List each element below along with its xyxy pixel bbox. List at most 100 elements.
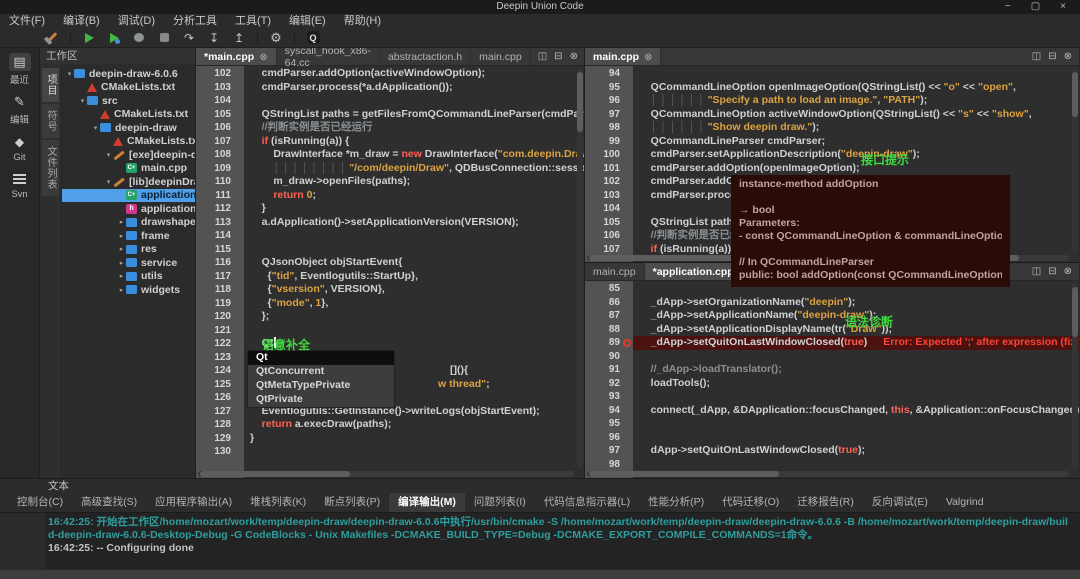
editor-tab[interactable]: syscall_hook_x86-64.cc <box>277 48 380 65</box>
tree-item[interactable]: CMakeLists.txt <box>62 108 195 122</box>
editor-tab[interactable]: abstractaction.h <box>380 48 471 65</box>
bottom-tab[interactable]: 代码信息指示器(L) <box>535 493 639 512</box>
vertical-scrollbar[interactable] <box>1072 283 1078 468</box>
code-line: 97 QCommandLineOption activeWindowOption… <box>585 108 1079 122</box>
split-vertical-icon[interactable] <box>1032 51 1041 62</box>
menu-item[interactable]: 编辑(E) <box>280 14 335 28</box>
workspace-body: 项目符号文件列表 ▾deepin-draw-6.0.6CMakeLists.tx… <box>40 64 195 478</box>
tree-item[interactable]: ▸widgets <box>62 283 195 297</box>
bottom-tab[interactable]: 断点列表(P) <box>315 493 389 512</box>
cmake-file-icon <box>100 110 110 119</box>
editor-tab[interactable]: main.cpp <box>471 48 531 65</box>
tree-item[interactable]: ▸drawshape <box>62 216 195 230</box>
code-editor-right-bottom[interactable]: 8586 _dApp->setOrganizationName("deepin"… <box>585 281 1079 478</box>
split-horizontal-icon[interactable] <box>1048 51 1056 62</box>
search-button[interactable] <box>306 31 320 45</box>
minimize-button[interactable]: − <box>995 0 1021 14</box>
run-icon <box>85 33 94 43</box>
tree-item-label: drawshape <box>141 216 195 228</box>
settings-button[interactable] <box>269 31 283 45</box>
debug-button[interactable] <box>107 31 121 45</box>
tree-item[interactable]: ▾deepin-draw-6.0.6 <box>62 67 195 81</box>
workspace-side-tab[interactable]: 项目 <box>42 68 59 102</box>
attach-button[interactable] <box>132 31 146 45</box>
tree-item[interactable]: ▸res <box>62 243 195 257</box>
code-line: 101 cmdParser.addOption(openImageOption)… <box>585 162 1079 176</box>
activity-item-git[interactable]: Git <box>0 133 39 163</box>
menu-item[interactable]: 分析工具 <box>164 14 226 28</box>
maximize-button[interactable]: ▢ <box>1021 0 1050 14</box>
bottom-tab[interactable]: 迁移报告(R) <box>788 493 863 512</box>
compile-output[interactable]: 16:42:25: 开始在工作区/home/mozart/work/temp/d… <box>0 512 1080 570</box>
split-horizontal-icon[interactable] <box>554 51 562 62</box>
stop-button[interactable] <box>157 31 171 45</box>
completion-item[interactable]: Qt <box>248 351 394 365</box>
menu-item[interactable]: 工具(T) <box>226 14 280 28</box>
tree-item[interactable]: ▾deepin-draw <box>62 121 195 135</box>
folder-icon <box>126 245 137 254</box>
code-editor-left[interactable]: 语意补全 QtQtConcurrentQtMetaTypePrivateQtPr… <box>196 66 584 478</box>
split-vertical-icon[interactable] <box>538 51 547 62</box>
tree-item[interactable]: ▾[exe]deepin-draw <box>62 148 195 162</box>
tab-close-icon[interactable] <box>259 51 267 63</box>
bottom-tab[interactable]: 堆栈列表(K) <box>241 493 315 512</box>
completion-item[interactable]: QtConcurrent <box>248 365 394 379</box>
tree-item[interactable]: ▾[lib]deepinDrawB… <box>62 175 195 189</box>
tree-item[interactable]: ▸service <box>62 256 195 270</box>
step-into-button[interactable] <box>207 31 221 45</box>
close-group-icon[interactable] <box>1064 51 1072 62</box>
activity-item-recent[interactable]: 最近 <box>0 53 39 86</box>
line-number: 107 <box>585 243 633 257</box>
step-out-button[interactable] <box>232 31 246 45</box>
code-text <box>633 390 1079 404</box>
menu-item[interactable]: 编译(B) <box>54 14 109 28</box>
bottom-tab[interactable]: 问题列表(I) <box>465 493 535 512</box>
split-horizontal-icon[interactable] <box>1048 266 1056 277</box>
editor-tab-label: main.cpp <box>593 51 639 63</box>
editor-tab[interactable]: main.cpp <box>585 48 661 65</box>
editor-tab[interactable]: *application.cpp <box>645 263 743 280</box>
tree-item[interactable]: application.cpp <box>62 189 195 203</box>
tree-item-label: application.cpp <box>141 189 195 201</box>
tree-item[interactable]: ▾src <box>62 94 195 108</box>
split-vertical-icon[interactable] <box>1032 266 1041 277</box>
bottom-tab[interactable]: 性能分析(P) <box>639 493 713 512</box>
bottom-tab[interactable]: 控制台(C) <box>8 493 72 512</box>
workspace-side-tab[interactable]: 符号 <box>42 104 59 138</box>
run-button[interactable] <box>82 31 96 45</box>
step-over-button[interactable] <box>182 31 196 45</box>
close-button[interactable]: × <box>1050 0 1076 14</box>
activity-item-svn[interactable]: Svn <box>0 170 39 200</box>
completion-item[interactable]: QtPrivate <box>248 393 394 407</box>
tree-item[interactable]: application.h <box>62 202 195 216</box>
hover-doc-line: Parameters: <box>739 217 1002 230</box>
toolbar-divider <box>70 32 71 44</box>
tree-item[interactable]: CMakeLists.txt <box>62 81 195 95</box>
editor-tab[interactable]: *main.cpp <box>196 48 277 65</box>
bottom-tab[interactable]: 高级查找(S) <box>72 493 146 512</box>
close-group-icon[interactable] <box>570 51 578 62</box>
tree-item[interactable]: ▸frame <box>62 229 195 243</box>
bottom-tab[interactable]: 编译输出(M) <box>389 493 465 512</box>
menu-item[interactable]: 文件(F) <box>0 14 54 28</box>
tree-item[interactable]: CMakeLists.txt <box>62 135 195 149</box>
horizontal-scrollbar[interactable] <box>587 471 1069 477</box>
editor-tab[interactable]: main.cpp <box>585 263 645 280</box>
tree-item[interactable]: main.cpp <box>62 162 195 176</box>
build-button[interactable] <box>45 31 59 45</box>
horizontal-scrollbar[interactable] <box>198 471 574 477</box>
bottom-tab[interactable]: 反向调试(E) <box>863 493 937 512</box>
completion-item[interactable]: QtMetaTypePrivate <box>248 379 394 393</box>
tree-item[interactable]: ▸utils <box>62 270 195 284</box>
close-group-icon[interactable] <box>1064 266 1072 277</box>
activity-item-edit[interactable]: 编辑 <box>0 93 39 126</box>
bottom-tab[interactable]: 应用程序输出(A) <box>146 493 241 512</box>
workspace-side-tab[interactable]: 文件列表 <box>42 140 59 196</box>
menu-item[interactable]: 帮助(H) <box>335 14 390 28</box>
tab-close-icon[interactable] <box>644 51 652 63</box>
vertical-scrollbar[interactable] <box>577 68 583 468</box>
vertical-scrollbar[interactable] <box>1072 68 1078 252</box>
menu-item[interactable]: 调试(D) <box>109 14 164 28</box>
bottom-tab[interactable]: Valgrind <box>937 493 993 512</box>
bottom-tab[interactable]: 代码迁移(O) <box>713 493 788 512</box>
